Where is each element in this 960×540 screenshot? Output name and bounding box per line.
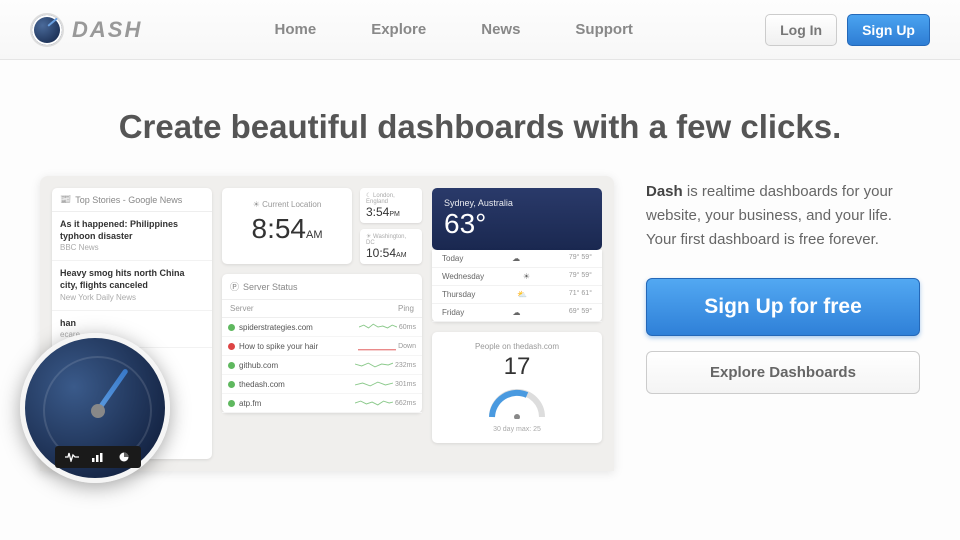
right-column: Sydney, Australia 63° Today☁79° 59° Wedn… <box>432 188 602 459</box>
content-row: 📰 Top Stories - Google News As it happen… <box>0 176 960 471</box>
gauge-icon <box>30 13 64 47</box>
pitch-text: Dash is realtime dashboards for your web… <box>646 180 920 252</box>
header: DASH Home Explore News Support Log In Si… <box>0 0 960 60</box>
pulse-icon <box>65 452 79 462</box>
logo[interactable]: DASH <box>30 13 142 47</box>
nav-support[interactable]: Support <box>575 21 633 38</box>
explore-dashboards-button[interactable]: Explore Dashboards <box>646 351 920 394</box>
forecast-row: Thursday⛅71° 61° <box>432 286 602 304</box>
auth-buttons: Log In Sign Up <box>765 14 930 46</box>
table-row: How to spike your hair Down <box>222 337 422 356</box>
brand-name: DASH <box>72 17 142 43</box>
forecast-row: Today☁79° 59° <box>432 250 602 268</box>
forecast-row: Friday☁69° 59° <box>432 304 602 322</box>
signup-free-button[interactable]: Sign Up for free <box>646 278 920 336</box>
news-header: 📰 Top Stories - Google News <box>52 188 212 212</box>
login-button[interactable]: Log In <box>765 14 837 46</box>
news-item: Heavy smog hits north China city, flight… <box>52 261 212 310</box>
signup-button[interactable]: Sign Up <box>847 14 930 46</box>
people-widget: People on thedash.com 17 30 day max: 25 <box>432 332 602 443</box>
hero: Create beautiful dashboards with a few c… <box>0 60 960 176</box>
side-panel: Dash is realtime dashboards for your web… <box>646 176 920 471</box>
table-row: github.com 232ms <box>222 356 422 375</box>
gauge-icon <box>487 387 547 419</box>
mini-clock: ☀ Washington, DC 10:54AM <box>360 229 422 264</box>
mini-clocks: ☾ London, England 3:54PM ☀ Washington, D… <box>360 188 422 264</box>
news-item: As it happened: Philippines typhoon disa… <box>52 212 212 261</box>
nav-home[interactable]: Home <box>275 21 317 38</box>
bars-icon <box>91 452 105 462</box>
server-header: Ⓟ Server Status <box>222 274 422 300</box>
table-row: thedash.com 301ms <box>222 375 422 394</box>
table-row: atp.fm 662ms <box>222 394 422 413</box>
clock-location: ☀ Current Location <box>230 200 344 209</box>
news-icon: 📰 <box>60 194 71 205</box>
main-nav: Home Explore News Support <box>275 21 633 38</box>
nav-explore[interactable]: Explore <box>371 21 426 38</box>
clock-row: ☀ Current Location 8:54AM ☾ London, Engl… <box>222 188 422 264</box>
middle-column: ☀ Current Location 8:54AM ☾ London, Engl… <box>222 188 422 459</box>
large-gauge-icon <box>20 333 170 483</box>
people-count: 17 <box>442 353 592 381</box>
clock-widget: ☀ Current Location 8:54AM <box>222 188 352 264</box>
pie-icon <box>117 452 131 462</box>
nav-news[interactable]: News <box>481 21 520 38</box>
table-row: spiderstrategies.com 60ms <box>222 318 422 337</box>
mini-clock: ☾ London, England 3:54PM <box>360 188 422 223</box>
weather-temp: 63° <box>444 208 590 240</box>
hero-title: Create beautiful dashboards with a few c… <box>0 108 960 146</box>
dashboard-preview: 📰 Top Stories - Google News As it happen… <box>40 176 614 471</box>
clock-time: 8:54AM <box>230 213 344 245</box>
server-table: ServerPing spiderstrategies.com 60ms How… <box>222 300 422 413</box>
forecast-row: Wednesday☀79° 59° <box>432 268 602 286</box>
weather-city: Sydney, Australia <box>444 198 590 208</box>
weather-widget: Sydney, Australia 63° Today☁79° 59° Wedn… <box>432 188 602 322</box>
server-widget: Ⓟ Server Status ServerPing spiderstrateg… <box>222 274 422 413</box>
